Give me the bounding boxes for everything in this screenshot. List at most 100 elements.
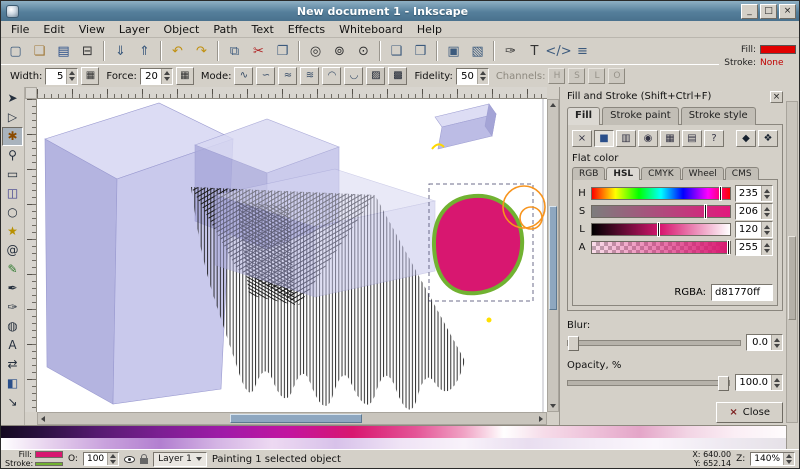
indicator-fill-swatch[interactable]	[760, 45, 796, 54]
paint-bucket-tool-button[interactable]: ◍	[2, 317, 23, 336]
maximize-button[interactable]: □	[760, 4, 777, 19]
menu-edit[interactable]: Edit	[36, 22, 71, 37]
palette-scroll-button[interactable]	[786, 425, 799, 451]
lightness-spinbox[interactable]: 120	[735, 221, 773, 238]
menu-file[interactable]: File	[4, 22, 36, 37]
lightness-slider[interactable]	[591, 223, 731, 236]
blur-slider[interactable]	[567, 340, 741, 346]
ellipse-tool-button[interactable]: ○	[2, 203, 23, 222]
spiral-tool-button[interactable]: @	[2, 241, 23, 260]
panel-close-button[interactable]: × Close	[716, 402, 783, 423]
blur-spin-arrows[interactable]	[771, 335, 782, 350]
text-dialog-button[interactable]: T	[523, 40, 546, 63]
text-tool-button[interactable]: A	[2, 336, 23, 355]
tab-rgb[interactable]: RGB	[572, 167, 605, 180]
import-button[interactable]: ⇓	[109, 40, 132, 63]
layer-visibility-icon[interactable]	[124, 456, 135, 463]
tweak-tool-button[interactable]: ✱	[2, 127, 23, 146]
hue-spin-arrows[interactable]	[761, 186, 772, 201]
align-dialog-button[interactable]: ≡	[571, 40, 594, 63]
new-document-button[interactable]: ▢	[4, 40, 27, 63]
paint-pattern-button[interactable]: ▦	[660, 130, 680, 147]
tweak-mode-paint-color-button[interactable]: ◠	[322, 67, 341, 85]
xml-editor-button[interactable]: </>	[547, 40, 570, 63]
create-clone-button[interactable]: ❒	[409, 40, 432, 63]
width-spinbox[interactable]: 5	[45, 68, 78, 85]
saturation-slider-marker[interactable]	[704, 204, 707, 219]
zoom-spin-arrows[interactable]	[783, 453, 794, 465]
undo-button[interactable]: ↶	[166, 40, 189, 63]
vertical-ruler[interactable]	[25, 99, 37, 412]
menu-whiteboard[interactable]: Whiteboard	[332, 22, 410, 37]
spin-down-icon[interactable]	[164, 77, 170, 81]
blur-slider-thumb[interactable]	[568, 336, 579, 351]
tab-hsl[interactable]: HSL	[606, 167, 640, 180]
scroll-left-icon[interactable]	[38, 413, 48, 424]
spin-up-icon[interactable]	[164, 71, 170, 75]
channel-l-toggle[interactable]: L	[588, 68, 605, 84]
saturation-spin-arrows[interactable]	[761, 204, 772, 219]
tweak-mode-scale-button[interactable]: ▩	[388, 67, 407, 85]
scroll-down-icon[interactable]	[548, 401, 558, 411]
zoom-to-selection-button[interactable]: ◎	[304, 40, 327, 63]
connector-tool-button[interactable]: ⇄	[2, 355, 23, 374]
panel-close-icon[interactable]: ×	[770, 91, 783, 103]
selected-blob[interactable]	[434, 196, 522, 293]
horizontal-ruler[interactable]	[37, 87, 547, 99]
scroll-up-icon[interactable]	[548, 100, 558, 110]
tab-cmyk[interactable]: CMYK	[641, 167, 680, 180]
tweak-mode-attract-repel-button[interactable]: ≈	[278, 67, 297, 85]
status-stroke-swatch[interactable]	[35, 462, 63, 466]
panel-scrollbar[interactable]	[786, 101, 798, 423]
fidelity-spin-arrows[interactable]	[477, 69, 488, 84]
width-spin-arrows[interactable]	[66, 69, 77, 84]
opacity-slider[interactable]	[567, 380, 730, 386]
channel-o-toggle[interactable]: O	[608, 68, 625, 84]
pencil-tool-button[interactable]: ✎	[2, 260, 23, 279]
tab-stroke-paint[interactable]: Stroke paint	[602, 107, 679, 125]
force-spinbox[interactable]: 20	[140, 68, 173, 85]
open-document-button[interactable]: ❏	[28, 40, 51, 63]
lightness-spin-arrows[interactable]	[761, 222, 772, 237]
saturation-spinbox[interactable]: 206	[735, 203, 773, 220]
export-button[interactable]: ⇑	[133, 40, 156, 63]
hue-slider-marker[interactable]	[719, 186, 722, 201]
titlebar[interactable]: New document 1 - Inkscape _ □ ×	[1, 1, 799, 21]
menu-path[interactable]: Path	[206, 22, 244, 37]
rgba-entry[interactable]: d81770ff	[711, 284, 773, 301]
tab-cms[interactable]: CMS	[725, 167, 759, 180]
force-pressure-toggle[interactable]: ▦	[176, 67, 194, 85]
fill-rule-nonzero-button[interactable]: ◆	[736, 130, 756, 147]
calligraphy-tool-button[interactable]: ✑	[2, 298, 23, 317]
box3d-small[interactable]	[435, 104, 496, 149]
channel-s-toggle[interactable]: S	[568, 68, 585, 84]
drawing[interactable]	[37, 99, 547, 412]
spin-down-icon[interactable]	[69, 77, 75, 81]
panel-header[interactable]: Fill and Stroke (Shift+Ctrl+F) ×	[567, 89, 783, 104]
vertical-scrollbar[interactable]	[547, 99, 559, 412]
alpha-spinbox[interactable]: 255	[735, 239, 773, 256]
rect-tool-button[interactable]: ▭	[2, 165, 23, 184]
vertical-scroll-thumb[interactable]	[549, 206, 557, 310]
alpha-spin-arrows[interactable]	[761, 240, 772, 255]
hue-slider[interactable]	[591, 187, 731, 200]
ungroup-button[interactable]: ▧	[466, 40, 489, 63]
opacity-spin-arrows[interactable]	[771, 375, 782, 390]
ellipse-outline-small[interactable]	[520, 207, 542, 229]
opacity-spinbox[interactable]: 100.0	[735, 374, 783, 391]
print-document-button[interactable]: ⊟	[76, 40, 99, 63]
duplicate-button[interactable]: ❑	[385, 40, 408, 63]
palette-row-top[interactable]	[1, 425, 799, 438]
opacity-status-spin-arrows[interactable]	[107, 453, 118, 465]
tweak-mode-push-button[interactable]: ∿	[234, 67, 253, 85]
tweak-mode-roughen-button[interactable]: ≋	[300, 67, 319, 85]
horizontal-scroll-thumb[interactable]	[230, 414, 362, 423]
paste-button[interactable]: ❐	[271, 40, 294, 63]
gradient-tool-button[interactable]: ◧	[2, 374, 23, 393]
object-opacity-spinbox[interactable]: 100	[83, 452, 119, 466]
indicator-stroke-value[interactable]: None	[760, 58, 796, 68]
menu-object[interactable]: Object	[157, 22, 207, 37]
paint-unknown-button[interactable]: ?	[704, 130, 724, 147]
paint-radial-gradient-button[interactable]: ◉	[638, 130, 658, 147]
close-button[interactable]: ×	[779, 4, 796, 19]
